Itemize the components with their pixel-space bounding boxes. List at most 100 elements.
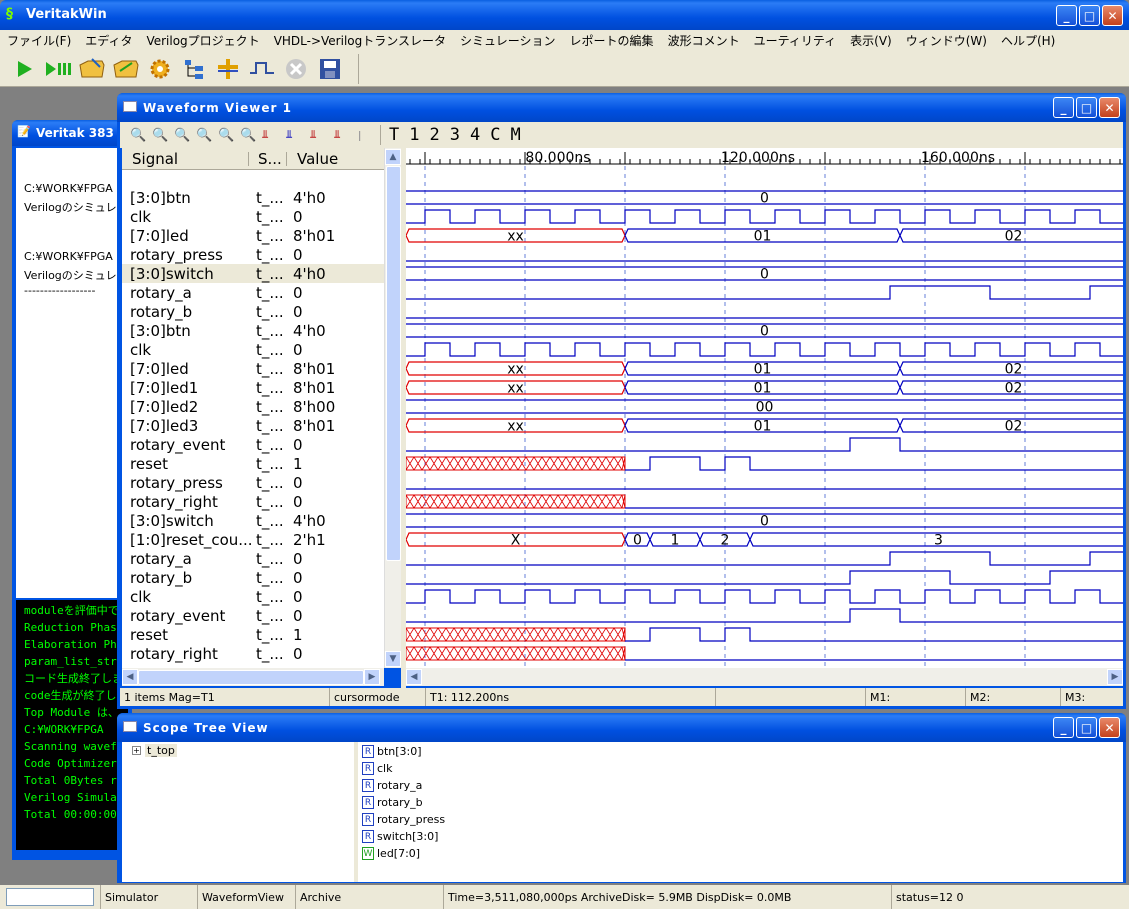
waveform-close-button[interactable]: ✕ [1099, 97, 1120, 118]
waveform-canvas[interactable]: 80.000ns 120.000ns 160.000ns0xx 01 0200xx 01 0… [406, 148, 1123, 668]
marker-icon[interactable]: ǀ [358, 129, 372, 142]
main-titlebar[interactable]: § VeritakWin _ □ ✕ [0, 0, 1129, 30]
scope-titlebar[interactable]: Scope Tree View _ □ ✕ [117, 713, 1126, 742]
header-scope[interactable]: S... [258, 150, 282, 168]
header-signal[interactable]: Signal [132, 150, 252, 168]
tree-icon[interactable] [180, 55, 208, 83]
menu-item[interactable]: Verilogプロジェクト [139, 32, 266, 49]
folder-compile-icon[interactable] [112, 55, 140, 83]
menu-item[interactable]: レポートの編集 [563, 32, 661, 49]
scroll-right-button[interactable]: ▶ [364, 669, 380, 685]
toolbar-letter-button[interactable]: T [389, 125, 399, 145]
signal-row[interactable]: rotary_right t_... 0 [122, 644, 384, 663]
status-input[interactable] [6, 888, 94, 906]
close-button[interactable]: ✕ [1102, 5, 1123, 26]
menu-item[interactable]: ウィンドウ(W) [899, 32, 994, 49]
scroll-down-button[interactable]: ▼ [385, 651, 401, 667]
cursor-prev-icon[interactable]: ⫫ [262, 128, 282, 142]
run-step-icon[interactable] [44, 55, 72, 83]
scope-close-button[interactable]: ✕ [1099, 717, 1120, 738]
signal-row[interactable]: [7:0]led2 t_... 8'h00 [122, 397, 384, 416]
edge-prev-icon[interactable]: ⫫ [310, 128, 330, 142]
hscroll-thumb[interactable] [138, 669, 364, 685]
signal-row[interactable]: [3:0]switch t_... 4'h0 [122, 511, 384, 530]
scroll-up-button[interactable]: ▲ [385, 149, 401, 165]
port-item[interactable]: Rrotary_press [362, 811, 1123, 828]
signal-row[interactable]: [7:0]led t_... 8'h01 [122, 359, 384, 378]
waveform-maximize-button[interactable]: □ [1076, 97, 1097, 118]
signal-row[interactable]: rotary_event t_... 0 [122, 435, 384, 454]
signal-row[interactable]: rotary_right t_... 0 [122, 492, 384, 511]
signal-row[interactable]: rotary_b t_... 0 [122, 568, 384, 587]
waveform-minimize-button[interactable]: _ [1053, 97, 1074, 118]
signal-row[interactable]: rotary_b t_... 0 [122, 302, 384, 321]
zoom-in-icon[interactable]: 🔍 [152, 128, 170, 143]
header-value[interactable]: Value [297, 150, 338, 168]
wave-scroll-left-button[interactable]: ◀ [406, 669, 422, 685]
signal-row[interactable]: [3:0]switch t_... 4'h0 [122, 264, 384, 283]
port-item[interactable]: Wled[7:0] [362, 845, 1123, 862]
menu-item[interactable]: 表示(V) [843, 32, 899, 49]
menu-item[interactable]: ヘルプ(H) [994, 32, 1062, 49]
toolbar-letter-button[interactable]: 2 [430, 125, 440, 145]
signal-list-hscroll[interactable]: ◀ ▶ [122, 668, 384, 686]
menu-item[interactable]: ファイル(F) [0, 32, 78, 49]
signal-row[interactable]: reset t_... 1 [122, 625, 384, 644]
zoom-in-x-icon[interactable]: 🔍 [196, 128, 214, 143]
signal-list-vscroll[interactable]: ▲ ▼ [384, 148, 401, 668]
waveform-icon[interactable] [248, 55, 276, 83]
port-item[interactable]: Rbtn[3:0] [362, 743, 1123, 760]
signal-row[interactable]: [7:0]led3 t_... 8'h01 [122, 416, 384, 435]
waveform-area[interactable]: 80.000ns 120.000ns 160.000ns 0 xx 01 02 0 0 xx 01 0… [406, 148, 1123, 668]
waveform-hscroll[interactable]: ◀ ▶ [406, 668, 1123, 686]
signal-row[interactable]: reset t_... 1 [122, 454, 384, 473]
cursor-next-icon[interactable]: ⫫ [286, 128, 306, 142]
menu-item[interactable]: VHDL->Verilogトランスレータ [267, 32, 453, 49]
port-item[interactable]: Rclk [362, 760, 1123, 777]
signal-row[interactable]: rotary_press t_... 0 [122, 473, 384, 492]
port-item[interactable]: Rrotary_a [362, 777, 1123, 794]
signal-row[interactable]: rotary_press t_... 0 [122, 245, 384, 264]
toolbar-letter-button[interactable]: C [490, 125, 500, 145]
port-item[interactable]: Rrotary_b [362, 794, 1123, 811]
zoom-region-icon[interactable]: 🔍 [240, 128, 258, 143]
signal-row[interactable]: clk t_... 0 [122, 207, 384, 226]
signal-row[interactable]: [3:0]btn t_... 4'h0 [122, 188, 384, 207]
save-icon[interactable] [316, 55, 344, 83]
run-icon[interactable] [10, 55, 38, 83]
expand-icon[interactable]: + [132, 746, 141, 755]
menu-item[interactable]: シミュレーション [453, 32, 563, 49]
signal-row[interactable]: rotary_event t_... 0 [122, 606, 384, 625]
tree-root-item[interactable]: t_top [145, 744, 177, 757]
signal-row[interactable]: [7:0]led t_... 8'h01 [122, 226, 384, 245]
scroll-thumb[interactable] [386, 166, 401, 561]
signal-row[interactable]: [1:0]reset_cou... t_... 2'h1 [122, 530, 384, 549]
wave-scroll-right-button[interactable]: ▶ [1107, 669, 1123, 685]
edge-next-icon[interactable]: ⫫ [334, 128, 354, 142]
scope-maximize-button[interactable]: □ [1076, 717, 1097, 738]
add-cross-icon[interactable] [214, 55, 242, 83]
menu-item[interactable]: エディタ [78, 32, 139, 49]
zoom-fit-icon[interactable]: 🔍 [130, 128, 148, 143]
signal-row[interactable]: clk t_... 0 [122, 340, 384, 359]
port-item[interactable]: Rswitch[3:0] [362, 828, 1123, 845]
zoom-out-icon[interactable]: 🔍 [174, 128, 192, 143]
signal-row[interactable]: rotary_a t_... 0 [122, 283, 384, 302]
waveform-titlebar[interactable]: Waveform Viewer 1 _ □ ✕ [117, 93, 1126, 122]
toolbar-letter-button[interactable]: 3 [450, 125, 460, 145]
signal-row[interactable]: clk t_... 0 [122, 587, 384, 606]
scroll-left-button[interactable]: ◀ [122, 669, 138, 685]
toolbar-letter-button[interactable]: 1 [409, 125, 419, 145]
maximize-button[interactable]: □ [1079, 5, 1100, 26]
signal-row[interactable]: rotary_a t_... 0 [122, 549, 384, 568]
toolbar-letter-button[interactable]: 4 [470, 125, 480, 145]
minimize-button[interactable]: _ [1056, 5, 1077, 26]
menu-item[interactable]: ユーティリティ [747, 32, 844, 49]
folder-open-icon[interactable] [78, 55, 106, 83]
toolbar-letter-button[interactable]: M [511, 125, 521, 145]
stop-icon[interactable] [282, 55, 310, 83]
scope-minimize-button[interactable]: _ [1053, 717, 1074, 738]
signal-row[interactable]: [7:0]led1 t_... 8'h01 [122, 378, 384, 397]
signal-row[interactable]: [3:0]btn t_... 4'h0 [122, 321, 384, 340]
gear-icon[interactable] [146, 55, 174, 83]
